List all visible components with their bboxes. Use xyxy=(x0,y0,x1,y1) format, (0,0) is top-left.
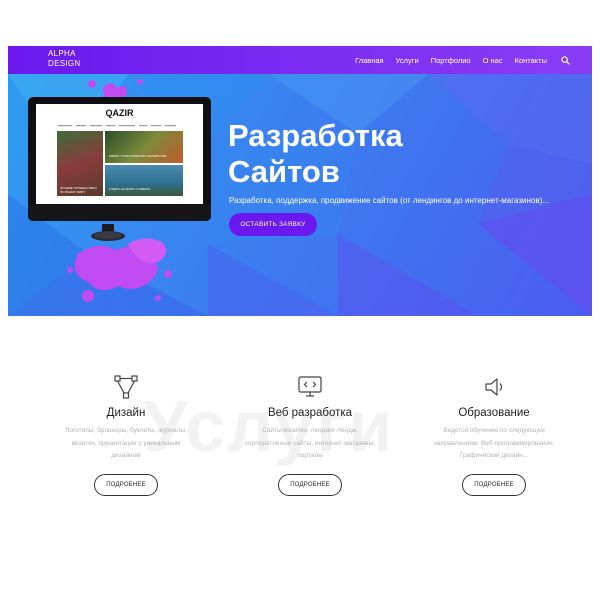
service-desc-line-2: корпоративные сайты, интернет-магазины, xyxy=(245,439,375,447)
main-menu: Главная Услуги Портфолио О нас Контакты xyxy=(355,46,570,74)
more-button-education[interactable]: ПОДРОБНЕЕ xyxy=(462,473,526,496)
site-logo[interactable]: ALPHA DESIGN xyxy=(48,49,80,69)
service-description: Ведется обучение по следующим направлени… xyxy=(424,425,564,463)
logo-line-2: DESIGN xyxy=(48,59,81,68)
search-icon[interactable] xyxy=(561,55,570,65)
service-desc-line-2: визитки, презентации с уникальным xyxy=(71,439,181,447)
service-title: Веб разработка xyxy=(267,407,353,419)
monitor-mockup: QAZIR ЛУЧШИЕ ПУТЕШЕСТВИЯ ПО ВСЕМУ МИРУ О… xyxy=(28,97,211,221)
services-section: Услуги Дизайн Логотипы, брошюры, буклеты… xyxy=(8,316,592,586)
service-desc-line-1: Сайты-визитки, лендинг-пейдж, xyxy=(262,427,358,434)
more-button-webdev[interactable]: ПОДРОБНЕЕ xyxy=(278,473,342,496)
mock-caption-3: ОТДЫХ НА МОРЕ И ОЗЕРАХ xyxy=(109,187,151,191)
speaker-icon xyxy=(485,378,503,396)
service-description: Сайты-визитки, лендинг-пейдж, корпоратив… xyxy=(240,425,380,463)
nav-link-about[interactable]: О нас xyxy=(483,56,503,65)
vector-pen-icon xyxy=(114,375,138,399)
hero-subtitle: Разработка, поддержка, продвижение сайто… xyxy=(229,196,549,205)
service-title: Образование xyxy=(458,407,530,419)
service-desc-line-3: Графический дизайн... xyxy=(459,452,529,459)
code-monitor-icon xyxy=(298,376,322,397)
service-desc-line-1: Ведется обучение по следующим xyxy=(443,427,545,434)
nav-link-services[interactable]: Услуги xyxy=(396,56,419,65)
service-desc-line-3: дизайном xyxy=(111,452,141,459)
hero-title: Разработка Сайтов xyxy=(228,118,403,190)
mock-caption-1: ЛУЧШИЕ ПУТЕШЕСТВИЯ ПО ВСЕМУ МИРУ xyxy=(60,186,97,194)
hero-title-line-2: Сайтов xyxy=(228,154,340,189)
service-title: Дизайн xyxy=(106,407,146,419)
nav-link-contacts[interactable]: Контакты xyxy=(515,56,547,65)
hero-title-line-1: Разработка xyxy=(228,118,403,153)
nav-link-portfolio[interactable]: Портфолио xyxy=(431,56,471,65)
mock-caption-2: ОБЗОР ТУРИСТИЧЕСКИХ МАРШРУТОВ xyxy=(109,154,167,158)
service-desc-line-1: Логотипы, брошюры, буклеты, журналы, xyxy=(65,427,187,434)
service-desc-line-2: направлениям: Веб-программирование, xyxy=(433,439,555,447)
monitor-stand xyxy=(91,224,125,241)
mock-site-menu xyxy=(58,125,176,127)
logo-line-1: ALPHA xyxy=(48,49,76,58)
service-card-design: Дизайн Логотипы, брошюры, буклеты, журна… xyxy=(56,374,196,496)
mock-photo-person: ЛУЧШИЕ ПУТЕШЕСТВИЯ ПО ВСЕМУ МИРУ xyxy=(57,131,103,196)
monitor-screen: QAZIR ЛУЧШИЕ ПУТЕШЕСТВИЯ ПО ВСЕМУ МИРУ О… xyxy=(36,104,203,204)
service-card-education: Образование Ведется обучение по следующи… xyxy=(424,374,564,496)
top-navbar: ALPHA DESIGN Главная Услуги Портфолио О … xyxy=(8,46,592,74)
hero-banner: QAZIR ЛУЧШИЕ ПУТЕШЕСТВИЯ ПО ВСЕМУ МИРУ О… xyxy=(8,74,592,316)
website-frame: ALPHA DESIGN Главная Услуги Портфолио О … xyxy=(8,46,592,586)
service-desc-line-3: порталы xyxy=(297,452,323,459)
service-card-webdev: Веб разработка Сайты-визитки, лендинг-пе… xyxy=(240,374,380,496)
request-button[interactable]: ОСТАВИТЬ ЗАЯВКУ xyxy=(229,213,317,236)
mock-photo-temple: ОБЗОР ТУРИСТИЧЕСКИХ МАРШРУТОВ xyxy=(105,131,183,163)
monitor-chin xyxy=(28,205,211,221)
mock-site-logo: QAZIR xyxy=(105,108,134,118)
mock-photo-boats: ОТДЫХ НА МОРЕ И ОЗЕРАХ xyxy=(105,165,183,196)
nav-link-home[interactable]: Главная xyxy=(355,56,384,65)
service-description: Логотипы, брошюры, буклеты, журналы, виз… xyxy=(56,425,196,463)
more-button-design[interactable]: ПОДРОБНЕЕ xyxy=(94,473,158,496)
